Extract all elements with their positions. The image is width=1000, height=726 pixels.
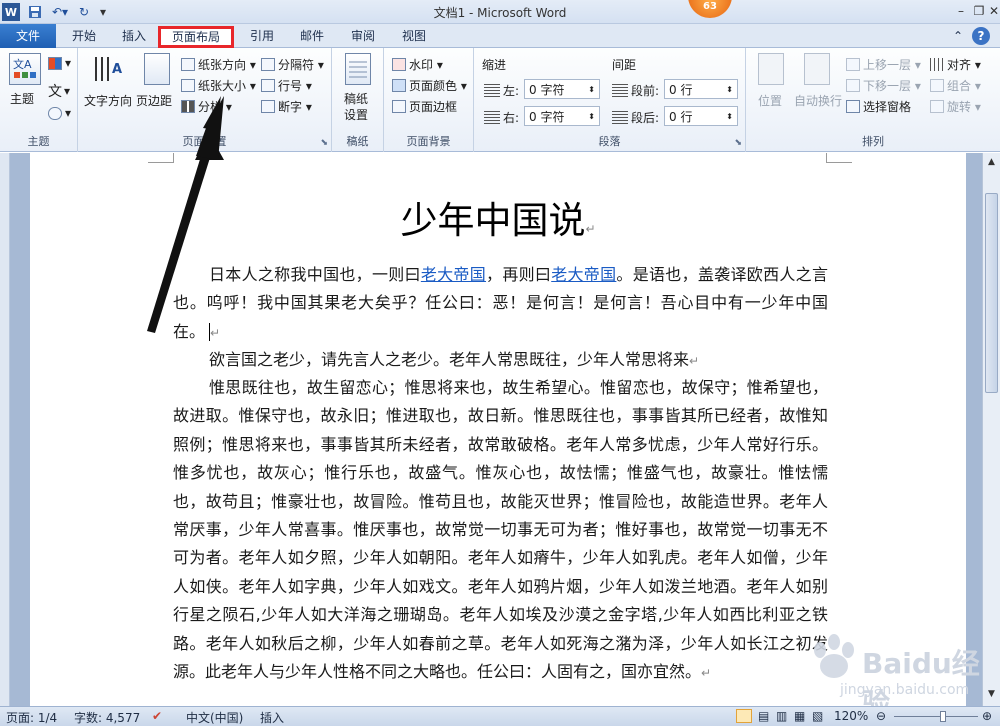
p1-text-b: ，再则曰	[486, 265, 552, 284]
annotation-arrow-icon	[147, 153, 212, 333]
scroll-down-icon[interactable]: ▼	[985, 689, 998, 702]
print-layout-icon[interactable]	[736, 709, 752, 723]
full-screen-icon[interactable]: ▤	[758, 709, 769, 723]
spinner-arrows-icon[interactable]: ⬍	[726, 112, 733, 121]
position-icon[interactable]	[758, 53, 784, 85]
wrap-text-button[interactable]: 自动换行	[794, 92, 842, 109]
paper-icon[interactable]	[345, 53, 371, 85]
status-page[interactable]: 页面: 1/4	[6, 709, 57, 726]
wrap-text-icon[interactable]	[804, 53, 830, 85]
spacing-after-text: 段后:	[631, 111, 660, 125]
indent-left-value: 0 字符	[529, 82, 565, 97]
spinner-arrows-icon[interactable]: ⬍	[588, 85, 595, 94]
zoom-out-icon[interactable]: ⊖	[876, 709, 886, 723]
bring-forward-label: 上移一层	[863, 58, 912, 72]
indent-right-text: 右:	[503, 111, 520, 125]
help-icon[interactable]: ?	[972, 27, 990, 45]
indent-label: 缩进	[482, 58, 507, 72]
page-borders-button[interactable]: 页面边框	[392, 98, 457, 115]
watermark-label: 水印	[409, 58, 434, 72]
page-color-label: 页面颜色	[409, 79, 458, 93]
zoom-slider-thumb[interactable]	[940, 711, 946, 722]
close-icon[interactable]: ✕	[988, 2, 1000, 20]
tab-view[interactable]: 视图	[394, 26, 434, 48]
rotate-button[interactable]: 旋转 ▾	[930, 98, 981, 115]
spacing-after-label: 段后:	[612, 109, 659, 126]
minimize-icon[interactable]: –	[952, 2, 970, 20]
group-paper: 稿纸 设置 稿纸	[332, 48, 384, 152]
indent-right-value: 0 字符	[529, 109, 565, 124]
paragraph-3[interactable]: 惟思既往也，故生留恋心；惟思将来也，故生希望心。惟留恋也，故保守；惟希望也，故进…	[173, 374, 828, 687]
zoom-slider[interactable]	[894, 716, 978, 717]
bring-forward-button[interactable]: 上移一层 ▾	[846, 56, 921, 73]
draft-icon[interactable]: ▧	[812, 709, 823, 723]
group-label-arrange: 排列	[862, 135, 884, 148]
paragraph-launcher-icon[interactable]: ⬊	[734, 138, 742, 148]
scroll-thumb[interactable]	[985, 193, 998, 393]
watermark-button[interactable]: 水印 ▾	[392, 56, 443, 73]
restore-icon[interactable]: ❐	[970, 2, 988, 20]
crop-mark-right	[826, 153, 852, 163]
spacing-after-spinner[interactable]: 0 行 ⬍	[664, 106, 738, 126]
indent-left-text: 左:	[503, 84, 520, 98]
tab-review[interactable]: 审阅	[343, 26, 383, 48]
align-label: 对齐	[947, 58, 972, 72]
spinner-arrows-icon[interactable]: ⬍	[726, 85, 733, 94]
send-backward-label: 下移一层	[863, 79, 912, 93]
spacing-before-text: 段前:	[631, 84, 660, 98]
group-label: 组合	[947, 79, 972, 93]
proofing-icon[interactable]: ✔	[152, 709, 162, 723]
page-borders-label: 页面边框	[409, 100, 458, 114]
indent-left-label: 左:	[484, 82, 519, 99]
vertical-scrollbar[interactable]: ▲ ▼	[982, 153, 1000, 706]
spacing-before-spinner[interactable]: 0 行 ⬍	[664, 79, 738, 99]
zoom-in-icon[interactable]: ⊕	[982, 709, 992, 723]
spinner-arrows-icon[interactable]: ⬍	[588, 112, 595, 121]
send-backward-button[interactable]: 下移一层 ▾	[846, 77, 921, 94]
scroll-up-icon[interactable]: ▲	[985, 157, 998, 170]
paper-button-line2[interactable]: 设置	[344, 106, 368, 123]
status-insert-mode[interactable]: 插入	[260, 709, 284, 726]
group-button[interactable]: 组合 ▾	[930, 77, 981, 94]
selection-pane-label: 选择窗格	[863, 100, 912, 114]
rotate-label: 旋转	[947, 100, 972, 114]
spacing-after-value: 0 行	[669, 109, 693, 124]
document-title-text: 少年中国说	[400, 199, 586, 242]
group-paragraph: 缩进 左: 0 字符 ⬍ 右: 0 字符 ⬍ 间距 段前: 0 行 ⬍ 段后: 0 行…	[474, 48, 746, 152]
p1-link-1[interactable]: 老大帝国	[421, 265, 486, 284]
page-setup-launcher-icon[interactable]: ⬊	[320, 138, 328, 148]
ribbon-collapse-icon[interactable]: ⌃	[950, 26, 966, 48]
status-zoom[interactable]: 120%	[834, 709, 868, 723]
group-page-background: 水印 ▾ 页面颜色 ▾ 页面边框 页面背景	[384, 48, 474, 152]
indent-left-spinner[interactable]: 0 字符 ⬍	[524, 79, 600, 99]
paper-button-line1[interactable]: 稿纸	[344, 90, 368, 107]
web-layout-icon[interactable]: ▥	[776, 709, 787, 723]
outline-icon[interactable]: ▦	[794, 709, 805, 723]
status-word-count[interactable]: 字数: 4,577	[74, 709, 140, 726]
annotation-arrowhead-icon	[195, 96, 224, 160]
group-arrange: 位置 自动换行 上移一层 ▾ 下移一层 ▾ 选择窗格 对齐 ▾ 组合 ▾ 旋转 …	[746, 48, 1000, 152]
p3-text: 惟思既往也，故生留恋心；惟思将来也，故生希望心。惟留恋也，故保守；惟希望也，故进…	[173, 378, 828, 682]
p1-link-2[interactable]: 老大帝国	[551, 265, 616, 284]
status-bar: 页面: 1/4 字数: 4,577 ✔ 中文(中国) 插入 ▤ ▥ ▦ ▧ 12…	[0, 706, 1000, 726]
document-area[interactable]: 少年中国说↵ 日本人之称我中国也，一则曰老大帝国，再则曰老大帝国。是语也，盖袭译…	[0, 153, 982, 706]
selection-pane-button[interactable]: 选择窗格	[846, 98, 911, 115]
align-button[interactable]: 对齐 ▾	[930, 56, 981, 73]
group-label-paragraph: 段落	[598, 135, 621, 148]
spacing-before-label: 段前:	[612, 82, 659, 99]
status-language[interactable]: 中文(中国)	[186, 709, 243, 726]
group-label-page-background: 页面背景	[406, 135, 451, 148]
indent-right-label: 右:	[484, 109, 519, 126]
group-label-paper: 稿纸	[346, 135, 369, 148]
spacing-label: 间距	[612, 58, 637, 72]
page-color-button[interactable]: 页面颜色 ▾	[392, 77, 467, 94]
indent-right-spinner[interactable]: 0 字符 ⬍	[524, 106, 600, 126]
position-button[interactable]: 位置	[758, 92, 782, 109]
spacing-before-value: 0 行	[669, 82, 693, 97]
